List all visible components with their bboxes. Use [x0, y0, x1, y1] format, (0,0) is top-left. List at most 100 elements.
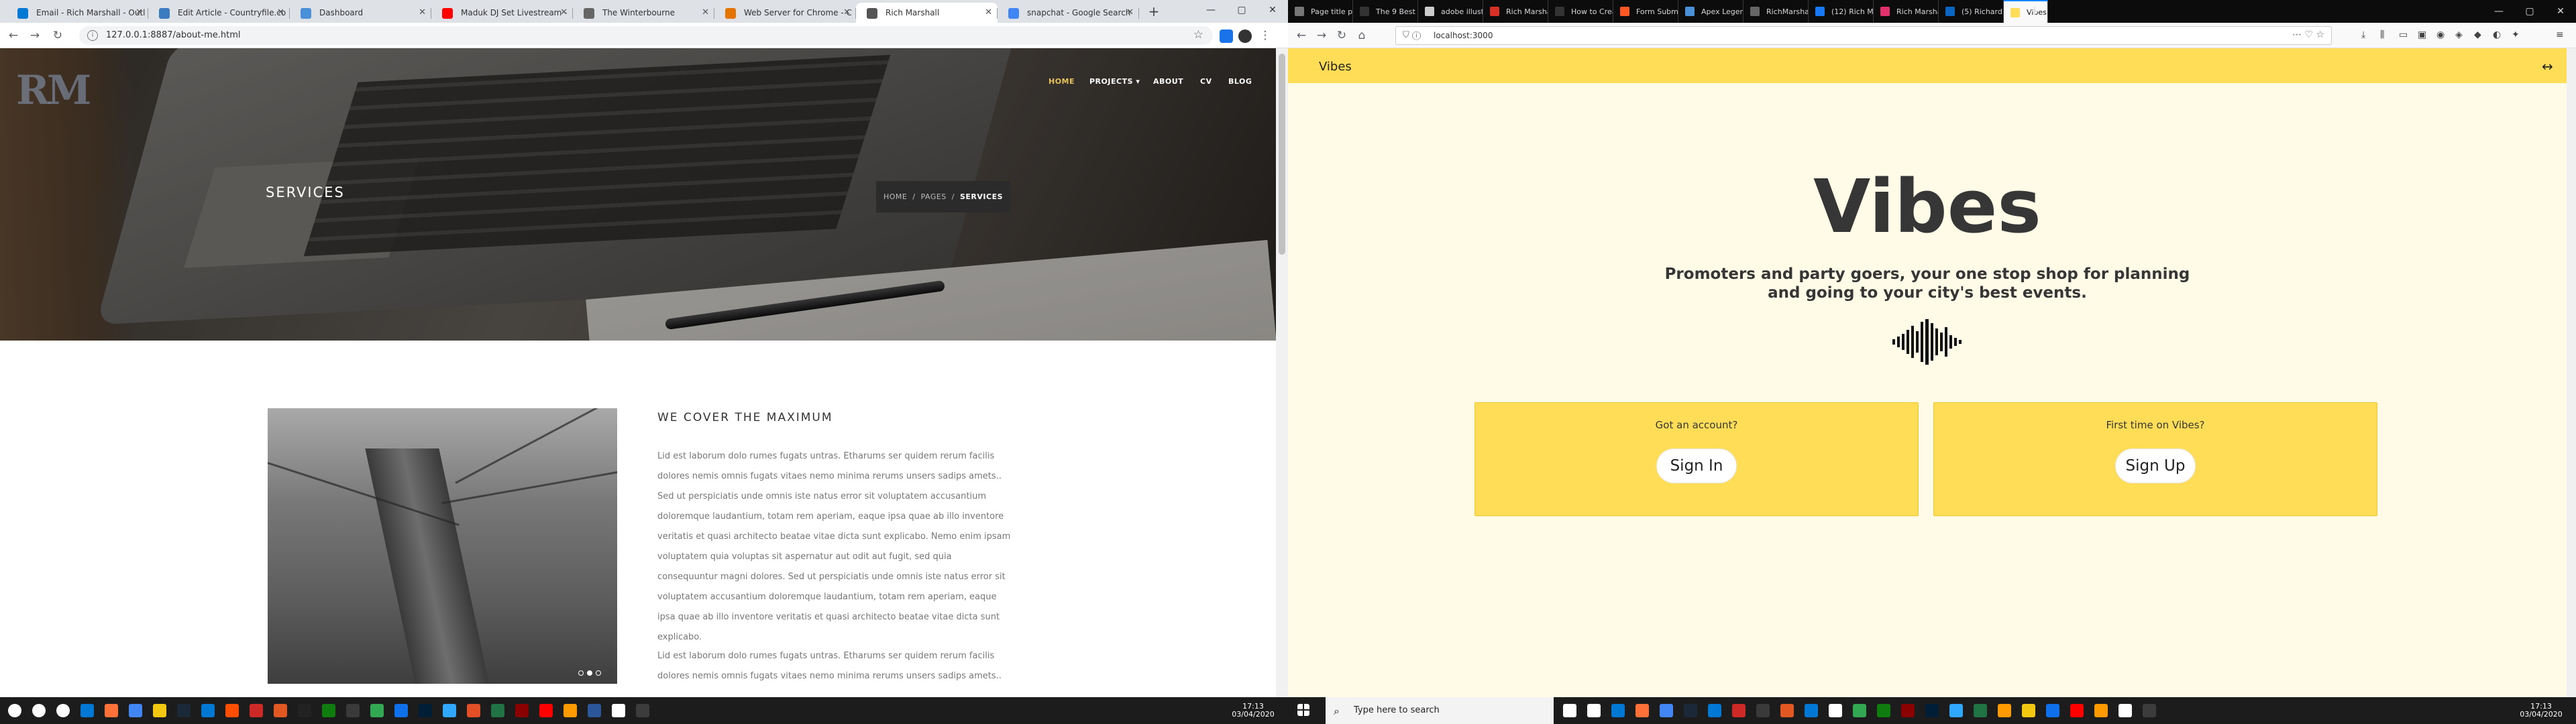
clock[interactable]: 17:13 03/04/2020 — [2508, 703, 2575, 719]
taskbar-app-icon[interactable] — [1635, 704, 1649, 717]
taskbar-app-icon[interactable] — [2094, 704, 2108, 717]
taskbar-app-icon[interactable] — [1974, 704, 1987, 717]
tab-close-icon[interactable]: ✕ — [985, 7, 992, 17]
home-icon[interactable]: ⌂ — [1354, 27, 1370, 44]
taskbar-app-icon[interactable] — [588, 704, 601, 717]
taskbar-app-icon[interactable] — [274, 704, 287, 717]
browser-tab[interactable]: snapchat - Google Search ✕ — [998, 3, 1139, 23]
taskbar-app-icon[interactable] — [1805, 704, 1818, 717]
taskbar-search[interactable]: ⌕ Type here to search — [1326, 697, 1554, 724]
browser-tab[interactable]: How to Create — [1548, 0, 1613, 23]
taskbar-app-icon[interactable] — [56, 704, 70, 717]
hamburger-menu-icon[interactable]: ≡ — [2556, 29, 2564, 40]
nav-home[interactable]: HOME — [1049, 77, 1075, 86]
taskbar-app-icon[interactable] — [1563, 704, 1576, 717]
taskbar-app-icon[interactable] — [612, 704, 625, 717]
clock[interactable]: 17:13 03/04/2020 — [1220, 703, 1287, 719]
extension-icon[interactable]: ◆ — [2474, 29, 2481, 40]
taskbar-app-icon[interactable] — [491, 704, 504, 717]
site-logo[interactable]: RM — [16, 67, 91, 114]
nav-projects[interactable]: PROJECTS ▾ — [1089, 77, 1140, 86]
taskbar-app-icon[interactable] — [2143, 704, 2156, 717]
nav-blog[interactable]: BLOG — [1228, 77, 1252, 86]
info-icon[interactable]: i — [87, 30, 98, 41]
taskbar-app-icon[interactable] — [394, 704, 408, 717]
minimize-button[interactable]: — — [1195, 0, 1226, 20]
bookmark-star-icon[interactable]: ☆ — [1193, 28, 1203, 42]
browser-tab[interactable]: (5) Richard Ma — [1939, 0, 2004, 23]
taskbar-app-icon[interactable] — [153, 704, 166, 717]
breadcrumb-pages[interactable]: PAGES — [921, 192, 947, 201]
taskbar-app-icon[interactable] — [105, 704, 118, 717]
taskbar-app-icon[interactable] — [1901, 704, 1915, 717]
taskbar-app-icon[interactable] — [515, 704, 529, 717]
breadcrumb-home[interactable]: HOME — [883, 192, 907, 201]
browser-tab[interactable]: Rich Marshall — [1874, 0, 1939, 23]
chrome-menu-icon[interactable]: ⋮ — [1257, 27, 1273, 44]
tab-close-icon[interactable]: ✕ — [277, 7, 284, 17]
extension-icon[interactable]: ✦ — [2512, 29, 2520, 40]
taskbar-app-icon[interactable] — [129, 704, 142, 717]
nav-about[interactable]: ABOUT — [1153, 77, 1183, 86]
browser-tab[interactable]: Maduk DJ Set Livestream - ✕ — [431, 3, 573, 23]
taskbar-app-icon[interactable] — [225, 704, 239, 717]
slider-dot-active[interactable] — [587, 670, 592, 676]
page-actions-icon[interactable]: ⋯ ♡ ☆ — [2292, 29, 2324, 40]
library-icon[interactable]: ⫼ — [2380, 29, 2384, 40]
taskbar-app-icon[interactable] — [370, 704, 384, 717]
sign-up-button[interactable]: Sign Up — [2115, 448, 2196, 483]
browser-tab[interactable]: Apex Legends — [1678, 0, 1743, 23]
sidebar-icon[interactable]: ▭ — [2399, 29, 2408, 40]
taskbar-app-icon[interactable] — [1611, 704, 1625, 717]
taskbar-app-icon[interactable] — [636, 704, 649, 717]
taskbar-app-icon[interactable] — [1780, 704, 1794, 717]
browser-tab[interactable]: The 9 Best UI — [1353, 0, 1418, 23]
taskbar-app-icon[interactable] — [1587, 704, 1601, 717]
brand-name[interactable]: Vibes — [1319, 60, 1352, 74]
tab-close-icon[interactable]: ✕ — [843, 7, 851, 17]
maximize-button[interactable]: ▢ — [2514, 1, 2545, 21]
back-icon[interactable]: ← — [1293, 27, 1309, 44]
back-icon[interactable]: ← — [5, 27, 21, 44]
extension-icon[interactable]: ◉ — [2436, 29, 2445, 40]
taskbar-app-icon[interactable] — [1853, 704, 1866, 717]
browser-tab[interactable]: adobe illustrat — [1418, 0, 1483, 23]
extension-icon[interactable]: ◈ — [2455, 29, 2463, 40]
taskbar-app-icon[interactable] — [1756, 704, 1770, 717]
reload-icon[interactable]: ↻ — [50, 27, 66, 44]
browser-tab[interactable]: Email - Rich Marshall - Outl ✕ — [7, 3, 148, 23]
tab-close-icon[interactable]: ✕ — [419, 7, 426, 17]
tab-close-icon[interactable]: ✕ — [702, 7, 709, 17]
new-tab-button[interactable]: + — [1146, 4, 1162, 20]
taskbar-app-icon[interactable] — [250, 704, 263, 717]
address-bar[interactable]: ⛉ ⓘ localhost:3000 ⋯ ♡ ☆ — [1395, 26, 2332, 45]
taskbar-app-icon[interactable] — [322, 704, 335, 717]
taskbar-app-icon[interactable] — [346, 704, 360, 717]
extension-icon[interactable]: ▣ — [2418, 29, 2426, 40]
forward-icon[interactable]: → — [1313, 27, 1330, 44]
reload-icon[interactable]: ↻ — [1334, 27, 1350, 44]
taskbar-app-icon[interactable] — [467, 704, 480, 717]
tab-close-icon[interactable]: ✕ — [136, 7, 143, 17]
taskbar-app-icon[interactable] — [1998, 704, 2011, 717]
taskbar-app-icon[interactable] — [298, 704, 311, 717]
nav-cv[interactable]: CV — [1200, 77, 1212, 86]
taskbar-app-icon[interactable] — [80, 704, 94, 717]
taskbar-app-icon[interactable] — [2046, 704, 2059, 717]
taskbar-app-icon[interactable] — [2118, 704, 2132, 717]
taskbar-app-icon[interactable] — [1829, 704, 1842, 717]
close-window-button[interactable]: ✕ — [1257, 0, 1288, 20]
browser-tab[interactable]: The Winterbourne ✕ — [573, 3, 714, 23]
page-scrollbar[interactable] — [2567, 48, 2576, 697]
browser-tab[interactable]: (12) Rich Mars — [1809, 0, 1874, 23]
sign-in-button[interactable]: Sign In — [1656, 448, 1737, 483]
taskbar-app-icon[interactable] — [539, 704, 553, 717]
taskbar-app-icon[interactable] — [1684, 704, 1697, 717]
browser-tab[interactable]: Dashboard ✕ — [290, 3, 431, 23]
taskbar-app-icon[interactable] — [201, 704, 215, 717]
page-scrollbar[interactable] — [1276, 48, 1288, 699]
taskbar-app-icon[interactable] — [2022, 704, 2035, 717]
tab-close-icon[interactable]: ✕ — [1126, 7, 1134, 17]
browser-tab[interactable]: Rich Marshall ✕ — [856, 3, 998, 23]
slider-dot[interactable] — [596, 670, 601, 676]
